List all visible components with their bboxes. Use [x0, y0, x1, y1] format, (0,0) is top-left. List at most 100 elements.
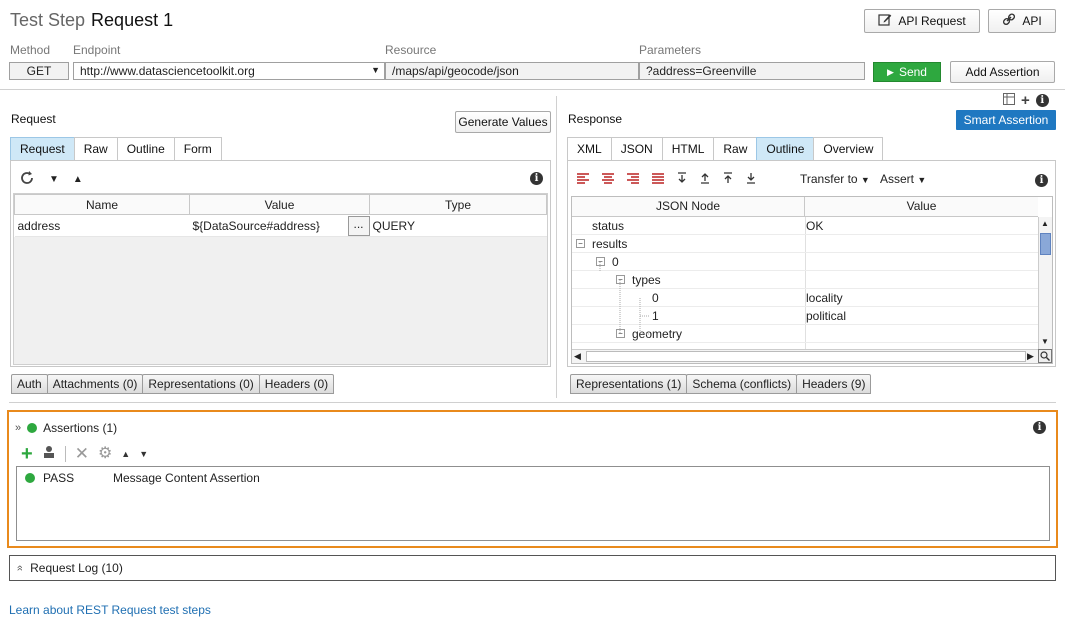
generate-values-label: Generate Values [458, 115, 548, 129]
column-header-value[interactable]: Value [805, 197, 1038, 216]
scroll-down-icon[interactable]: ▼ [1041, 337, 1049, 346]
align-icon[interactable] [576, 172, 590, 187]
tab-raw[interactable]: Raw [713, 137, 758, 160]
horizontal-scrollbar[interactable]: ◀ ▶ [572, 349, 1038, 363]
tab-html-label: HTML [671, 142, 705, 156]
tab-html[interactable]: HTML [661, 137, 715, 160]
align-icon[interactable] [626, 172, 640, 187]
expand-chevron-icon[interactable]: » [14, 565, 26, 571]
collapse-icon[interactable] [699, 172, 711, 187]
request-log-panel[interactable]: » Request Log (10) [9, 555, 1056, 581]
chevron-down-icon[interactable]: ▼ [49, 174, 59, 185]
collapse-chevron-icon[interactable]: » [15, 422, 21, 434]
parameters-value: ?address=Greenville [646, 64, 757, 78]
tab-headers[interactable]: Headers (0) [258, 374, 335, 394]
vertical-scrollbar[interactable]: ▲ ▼ [1038, 217, 1052, 349]
add-assertion-button[interactable]: Add Assertion [950, 61, 1055, 83]
toolbar-separator [64, 445, 66, 462]
play-icon: ▶ [887, 66, 894, 77]
tree-node-value: locality [806, 290, 843, 305]
align-icon[interactable] [601, 172, 615, 187]
tab-request[interactable]: Request [10, 137, 75, 160]
info-icon[interactable]: i [530, 172, 543, 185]
align-icon[interactable] [651, 172, 665, 187]
move-up-icon[interactable] [722, 172, 734, 187]
grid-icon[interactable] [1003, 93, 1015, 108]
zoom-icon[interactable] [1038, 349, 1052, 363]
smart-assertion-button[interactable]: Smart Assertion [956, 110, 1056, 130]
parameters-field[interactable]: ?address=Greenville [639, 62, 865, 80]
scrollbar-thumb[interactable] [1040, 233, 1051, 255]
expand-icon[interactable] [676, 172, 688, 187]
params-table: Name Value Type address ${DataSource#add… [14, 194, 547, 237]
info-icon[interactable]: i [1033, 421, 1046, 434]
param-name[interactable]: address [14, 214, 190, 237]
endpoint-combobox[interactable]: http://www.datasciencetoolkit.org ▼ [73, 62, 385, 80]
info-icon[interactable]: i [1035, 94, 1049, 107]
generate-values-button[interactable]: Generate Values [455, 111, 551, 133]
column-header-type[interactable]: Type [369, 194, 547, 215]
tab-form[interactable]: Form [173, 137, 222, 160]
param-value-cell[interactable]: ${DataSource#address} ... [189, 214, 370, 237]
add-icon[interactable]: + [21, 444, 33, 464]
assert-menu[interactable]: Assert ▼ [880, 172, 926, 186]
move-down-icon[interactable] [745, 172, 757, 187]
delete-icon[interactable]: ✕ [75, 445, 89, 462]
api-request-button[interactable]: API Request [864, 9, 980, 33]
column-header-name[interactable]: Name [14, 194, 190, 215]
tree-node-value: OK [806, 218, 824, 233]
scroll-up-icon[interactable]: ▲ [1041, 219, 1049, 228]
table-row[interactable]: address ${DataSource#address} ... QUERY [14, 214, 547, 237]
tab-json-label: JSON [620, 142, 653, 156]
tab-headers[interactable]: Headers (9) [796, 374, 872, 394]
tab-overview[interactable]: Overview [813, 137, 884, 160]
tab-schema[interactable]: Schema (conflicts) [686, 374, 798, 394]
api-request-label: API Request [898, 14, 966, 28]
request-bottom-tabs: Auth Attachments (0) Representations (0)… [11, 374, 335, 394]
chevron-down-icon: ▼ [917, 175, 927, 185]
response-tab-body: Transfer to ▼ Assert ▼ i JSON Node Value… [567, 160, 1056, 367]
page-title: Test Step Request 1 [10, 10, 173, 31]
scroll-left-icon[interactable]: ◀ [574, 351, 581, 362]
plus-icon[interactable]: + [1021, 93, 1030, 108]
param-type[interactable]: QUERY [369, 214, 547, 237]
tab-xml[interactable]: XML [567, 137, 612, 160]
resource-field[interactable]: /maps/api/geocode/json [385, 62, 639, 80]
tab-outline[interactable]: Outline [756, 137, 815, 160]
info-icon[interactable]: i [1035, 174, 1048, 187]
method-value: GET [26, 64, 52, 78]
list-item[interactable]: PASS Message Content Assertion [25, 470, 260, 486]
tab-json[interactable]: JSON [610, 137, 663, 160]
send-button[interactable]: ▶ Send [873, 62, 941, 82]
tab-representations[interactable]: Representations (1) [570, 374, 688, 394]
panel-divider[interactable] [556, 96, 557, 398]
transfer-to-menu[interactable]: Transfer to ▼ [800, 172, 870, 186]
dropdown-arrow-icon[interactable]: ▼ [371, 65, 380, 75]
tab-auth[interactable]: Auth [11, 374, 48, 394]
response-tabs: XML JSON HTML Raw Outline Overview [567, 137, 884, 160]
method-select[interactable]: GET [9, 62, 69, 80]
footer: Learn about REST Request test steps [9, 603, 211, 617]
edit-icon [878, 13, 892, 29]
assertions-title: Assertions (1) [43, 421, 118, 435]
api-button[interactable]: API [988, 9, 1056, 33]
tab-raw[interactable]: Raw [73, 137, 118, 160]
chevron-up-icon[interactable]: ▲ [73, 174, 83, 185]
column-header-value[interactable]: Value [189, 194, 370, 215]
chevron-up-icon[interactable]: ▲ [121, 449, 130, 459]
column-header-json-node[interactable]: JSON Node [572, 197, 805, 216]
scroll-right-icon[interactable]: ▶ [1027, 351, 1034, 362]
user-icon[interactable] [42, 445, 56, 462]
refresh-icon[interactable] [19, 170, 35, 189]
transfer-to-label: Transfer to [800, 172, 858, 186]
chevron-down-icon[interactable]: ▼ [139, 449, 148, 459]
ellipsis-button[interactable]: ... [347, 216, 370, 236]
tab-attachments[interactable]: Attachments (0) [46, 374, 144, 394]
gear-icon[interactable]: ⚙ [98, 445, 112, 461]
tab-representations[interactable]: Representations (0) [142, 374, 260, 394]
tab-attachments-label: Attachments (0) [52, 377, 138, 391]
status-dot-icon [27, 423, 38, 433]
help-link[interactable]: Learn about REST Request test steps [9, 603, 211, 617]
scrollbar-thumb[interactable] [586, 351, 1026, 362]
tab-outline[interactable]: Outline [116, 137, 175, 160]
